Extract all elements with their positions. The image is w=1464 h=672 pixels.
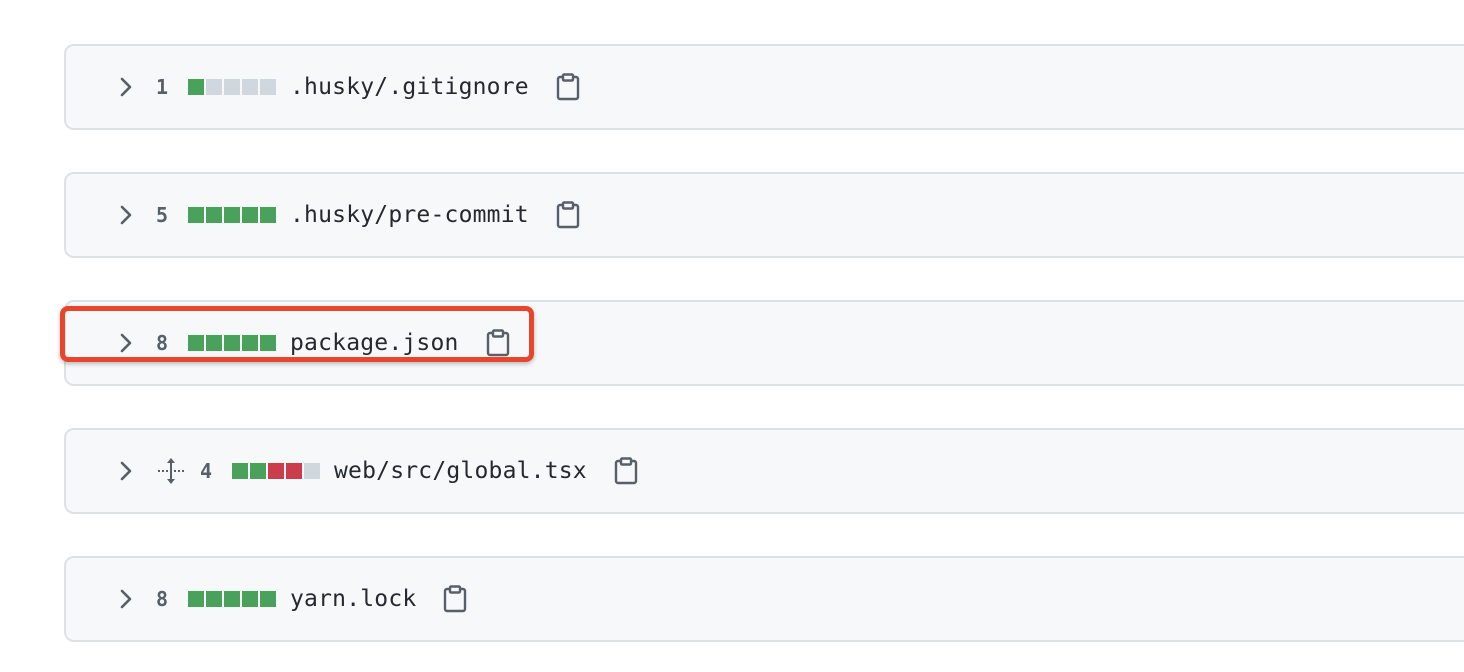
diffstat-block-added [224, 207, 240, 223]
diffstat-block-added [224, 591, 240, 607]
file-header: 8 yarn.lock [64, 556, 1464, 642]
chevron-right-icon[interactable] [118, 459, 134, 483]
diffstat-block-removed [268, 463, 284, 479]
diffstat-block-added [260, 591, 276, 607]
diff-count: 1 [156, 75, 169, 99]
file-header-row: 8 yarn.lock [118, 558, 468, 640]
chevron-right-icon[interactable] [118, 203, 134, 227]
file-header: 5 .husky/pre-commit [64, 172, 1464, 258]
diffstat-block-removed [286, 463, 302, 479]
diffstat-block-neutral [206, 79, 222, 95]
file-path-link[interactable]: .husky/.gitignore [290, 74, 529, 100]
diffstat-block-added [206, 335, 222, 351]
clipboard-icon[interactable] [555, 200, 581, 230]
diffstat-block-added [260, 335, 276, 351]
file-header-row: 5 .husky/pre-commit [118, 174, 581, 256]
diffstat-block-added [206, 207, 222, 223]
diffstat-block-added [232, 463, 248, 479]
diffstat [232, 463, 322, 479]
diffstat-block-added [250, 463, 266, 479]
diff-count: 8 [156, 331, 169, 355]
diffstat-block-added [188, 207, 204, 223]
file-path-link[interactable]: web/src/global.tsx [334, 458, 587, 484]
clipboard-icon[interactable] [613, 456, 639, 486]
diffstat-block-added [242, 207, 258, 223]
move-icon [156, 456, 186, 486]
diffstat [188, 335, 278, 351]
diffstat-block-neutral [304, 463, 320, 479]
file-header: 1 .husky/.gitignore [64, 44, 1464, 130]
diffstat [188, 207, 278, 223]
file-header-row: 4 web/src/global.tsx [118, 430, 639, 512]
clipboard-icon[interactable] [555, 72, 581, 102]
chevron-right-icon[interactable] [118, 75, 134, 99]
diffstat-block-added [188, 79, 204, 95]
diffstat-block-neutral [242, 79, 258, 95]
diffstat-block-added [188, 591, 204, 607]
clipboard-icon[interactable] [485, 328, 511, 358]
file-header-row: 1 .husky/.gitignore [118, 46, 581, 128]
file-header: 4 web/src/global.tsx [64, 428, 1464, 514]
clipboard-icon[interactable] [442, 584, 468, 614]
diffstat-block-added [242, 591, 258, 607]
diffstat-block-added [242, 335, 258, 351]
diffstat-block-added [260, 207, 276, 223]
diffstat-block-neutral [224, 79, 240, 95]
file-path-link[interactable]: .husky/pre-commit [290, 202, 529, 228]
file-path-link[interactable]: package.json [290, 330, 459, 356]
diff-count: 5 [156, 203, 169, 227]
diffstat [188, 79, 278, 95]
file-path-link[interactable]: yarn.lock [290, 586, 416, 612]
diffstat [188, 591, 278, 607]
diff-count: 8 [156, 587, 169, 611]
diffstat-block-added [188, 335, 204, 351]
chevron-right-icon[interactable] [118, 331, 134, 355]
chevron-right-icon[interactable] [118, 587, 134, 611]
diffstat-block-added [224, 335, 240, 351]
diffstat-block-added [206, 591, 222, 607]
diffstat-block-neutral [260, 79, 276, 95]
file-header-row: 8 package.json [118, 302, 511, 384]
diff-count: 4 [200, 459, 213, 483]
file-header: 8 package.json [64, 300, 1464, 386]
